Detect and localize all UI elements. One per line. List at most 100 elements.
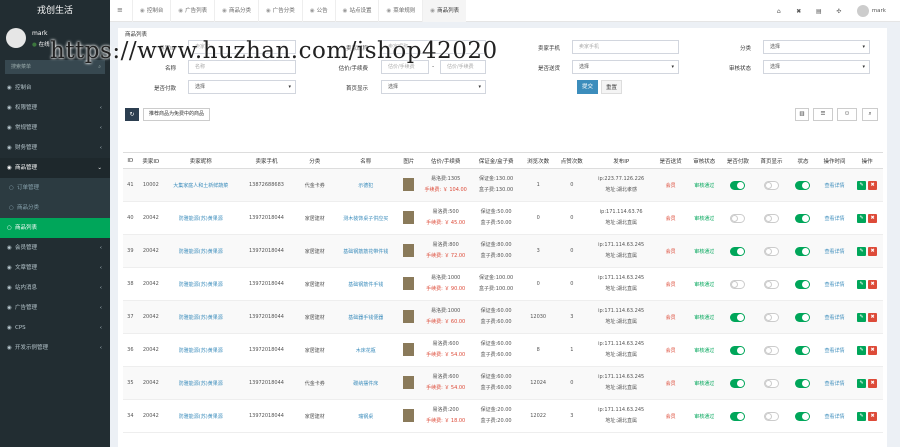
column-header[interactable]: 图片 xyxy=(397,152,421,169)
goods-name-link[interactable]: 测木装饰桌子供应买 xyxy=(334,215,397,222)
paid-toggle[interactable] xyxy=(730,246,746,256)
paid-toggle[interactable] xyxy=(730,378,746,388)
sidebar-item[interactable]: ◉ 常规管理 ‹ xyxy=(0,118,110,138)
goods-thumbnail[interactable] xyxy=(403,375,415,389)
audit-badge[interactable]: 审核通过 xyxy=(694,315,714,321)
goods-thumbnail[interactable] xyxy=(403,210,415,224)
sidebar-toggle-icon[interactable]: ≡ xyxy=(117,6,123,14)
column-header[interactable]: 状态 xyxy=(788,152,818,169)
audit-badge[interactable]: 审核通过 xyxy=(694,183,714,189)
seller-nick-link[interactable]: 防雅能源(苏)黄果源 xyxy=(164,314,238,321)
columns-icon[interactable]: ▥ xyxy=(795,108,809,121)
seller-phone-input[interactable]: 卖家手机 xyxy=(572,40,679,54)
audit-badge[interactable]: 审核通过 xyxy=(694,282,714,288)
column-header[interactable]: 浏览次数 xyxy=(521,152,555,169)
view-detail-link[interactable]: 查看详情 xyxy=(818,380,852,387)
edit-icon[interactable]: ✎ xyxy=(857,180,867,190)
goods-name-link[interactable]: 碳纳摆件床 xyxy=(334,380,397,387)
sidebar-item[interactable]: ◉ 商品管理 ⌄ xyxy=(0,158,110,178)
column-header[interactable]: 点赞次数 xyxy=(554,152,589,169)
tab[interactable]: ◉ 广告分类 xyxy=(257,0,302,22)
view-detail-link[interactable]: 查看详情 xyxy=(818,215,852,222)
price-to-input[interactable]: 估价/手续费 xyxy=(440,60,486,74)
goods-name-link[interactable]: 基础钢筋件手钱 xyxy=(334,281,397,288)
delete-icon[interactable]: ✖ xyxy=(868,345,878,355)
sidebar-search-input[interactable]: 搜索菜单 ⌕ xyxy=(5,60,105,74)
status-toggle[interactable] xyxy=(795,180,811,190)
sidebar-item[interactable]: ◉ 广告管理 ‹ xyxy=(0,298,110,318)
paid-select[interactable]: 选择 ▾ xyxy=(188,80,296,94)
paid-toggle[interactable] xyxy=(730,180,746,190)
paid-toggle[interactable] xyxy=(730,345,746,355)
tab[interactable]: ◉ 广告列表 xyxy=(170,0,214,22)
status-toggle[interactable] xyxy=(795,312,811,322)
home-toggle[interactable] xyxy=(763,411,779,421)
column-header[interactable]: 分类 xyxy=(295,152,335,169)
paid-toggle[interactable] xyxy=(730,279,746,289)
audit-select[interactable]: 选择 ▾ xyxy=(763,60,870,74)
column-header[interactable]: 是否付款 xyxy=(721,152,755,169)
delivery-badge[interactable]: 会员 xyxy=(666,282,676,288)
home-toggle[interactable] xyxy=(763,345,779,355)
paid-toggle[interactable] xyxy=(730,411,746,421)
status-toggle[interactable] xyxy=(795,411,811,421)
audit-badge[interactable]: 审核通过 xyxy=(694,381,714,387)
delivery-badge[interactable]: 会员 xyxy=(666,315,676,321)
delivery-badge[interactable]: 会员 xyxy=(666,183,676,189)
sidebar-item[interactable]: ◉ 开发示例管理 ‹ xyxy=(0,338,110,358)
delete-icon[interactable]: ✖ xyxy=(868,378,878,388)
view-detail-link[interactable]: 查看详情 xyxy=(818,281,852,288)
view-detail-link[interactable]: 查看详情 xyxy=(818,182,852,189)
column-header[interactable]: 发布IP xyxy=(588,152,654,169)
home-select[interactable]: 选择 ▾ xyxy=(381,80,486,94)
column-header[interactable]: 名称 xyxy=(334,152,398,169)
audit-badge[interactable]: 审核通过 xyxy=(694,249,714,255)
goods-thumbnail[interactable] xyxy=(403,276,415,290)
goods-name-link[interactable]: 示德犯 xyxy=(334,182,397,189)
goods-thumbnail[interactable] xyxy=(403,177,415,191)
search-icon[interactable]: ⌕ xyxy=(98,60,101,74)
status-toggle[interactable] xyxy=(795,378,811,388)
seller-nick-link[interactable]: 防雅能源(苏)黄果源 xyxy=(164,413,238,420)
audit-badge[interactable]: 审核通过 xyxy=(694,414,714,420)
edit-icon[interactable]: ✎ xyxy=(857,312,867,322)
goods-name-link[interactable]: 基础钢筋筋花带件钱 xyxy=(334,248,397,255)
tab[interactable]: ◉ 商品列表 xyxy=(422,0,467,22)
delivery-badge[interactable]: 会员 xyxy=(666,381,676,387)
audit-badge[interactable]: 审核通过 xyxy=(694,348,714,354)
delivery-badge[interactable]: 会员 xyxy=(666,414,676,420)
column-header[interactable]: 操作时间 xyxy=(817,152,852,169)
delivery-badge[interactable]: 会员 xyxy=(666,348,676,354)
column-header[interactable]: 是否送货 xyxy=(653,152,688,169)
delete-icon[interactable]: ✖ xyxy=(868,411,878,421)
goods-name-link[interactable]: 木床花瓶 xyxy=(334,347,397,354)
audit-badge[interactable]: 审核通过 xyxy=(694,216,714,222)
sidebar-item[interactable]: ◉ 控制台 xyxy=(0,78,110,98)
clear-cache-icon[interactable]: ✖ xyxy=(789,8,809,15)
edit-icon[interactable]: ✎ xyxy=(857,246,867,256)
view-detail-link[interactable]: 查看详情 xyxy=(818,248,852,255)
goods-thumbnail[interactable] xyxy=(403,408,415,422)
export-icon[interactable]: ⚇ xyxy=(837,108,857,121)
home-toggle[interactable] xyxy=(763,246,779,256)
status-toggle[interactable] xyxy=(795,213,811,223)
submit-button[interactable]: 提交 xyxy=(577,80,598,94)
home-toggle[interactable] xyxy=(763,378,779,388)
layout-icon[interactable]: ▤ xyxy=(809,8,829,15)
reset-button[interactable]: 重置 xyxy=(601,80,622,94)
goods-thumbnail[interactable] xyxy=(403,309,415,323)
home-icon[interactable]: ⌂ xyxy=(769,8,789,15)
tab[interactable]: ◉ 控制台 xyxy=(132,0,170,22)
seller-nick-link[interactable]: 防雅能源(苏)黄果源 xyxy=(164,281,238,288)
home-toggle[interactable] xyxy=(763,213,779,223)
edit-icon[interactable]: ✎ xyxy=(857,345,867,355)
refresh-icon[interactable]: ↻ xyxy=(125,108,139,121)
column-header[interactable]: 首页显示 xyxy=(754,152,789,169)
status-toggle[interactable] xyxy=(795,345,811,355)
category-select[interactable]: 选择 ▾ xyxy=(763,40,870,54)
price-from-input[interactable]: 估价/手续费 xyxy=(381,60,429,74)
delivery-badge[interactable]: 会员 xyxy=(666,249,676,255)
seller-nick-link[interactable]: 防雅能源(苏)黄果源 xyxy=(164,347,238,354)
recommend-free-button[interactable]: 推荐商品为免费中的商品 xyxy=(143,108,211,121)
seller-id-input[interactable]: 卖家ID xyxy=(188,40,296,54)
